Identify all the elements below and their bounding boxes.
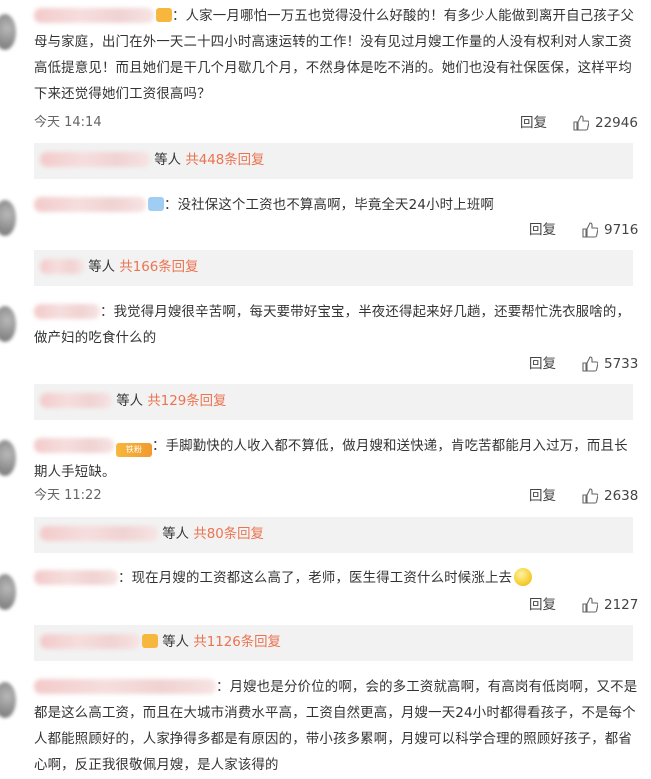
username-blurred[interactable] xyxy=(34,304,100,319)
sub-replies-link[interactable]: 共129条回复 xyxy=(147,394,226,409)
like-count: 2127 xyxy=(604,597,639,613)
username-blurred[interactable] xyxy=(34,197,146,212)
sub-replies-box[interactable]: 等人 共80条回复 xyxy=(34,517,633,553)
comment-time: 今天 11:22 xyxy=(34,488,102,503)
username-blurred[interactable] xyxy=(34,570,118,585)
avatar[interactable] xyxy=(0,574,16,610)
like-count: 2638 xyxy=(604,488,639,504)
sub-replies-link[interactable]: 共448条回复 xyxy=(185,153,264,168)
reply-button[interactable]: 回复 xyxy=(529,596,556,614)
sub-replies-link[interactable]: 共166条回复 xyxy=(119,260,198,275)
comment-text: ：现在月嫂的工资都这么高了，老师，医生得工资什么时候涨上去 xyxy=(34,566,639,592)
sub-replies-box[interactable]: 等人 共1126条回复 xyxy=(34,625,633,661)
sub-replies-text: 等人 共80条回复 xyxy=(40,526,264,544)
avatar[interactable] xyxy=(0,14,16,50)
thumbs-up-icon[interactable] xyxy=(573,115,589,131)
thumbs-up-icon[interactable] xyxy=(582,356,598,372)
sub-username-blurred[interactable] xyxy=(40,259,84,274)
like-count: 22946 xyxy=(595,115,638,131)
smile-emoji-icon xyxy=(514,568,533,586)
comment-text: ：月嫂也是分价位的啊，会的多工资就高啊，有高岗有低岗啊，又不是都是这么高工资，而… xyxy=(34,679,638,773)
sub-replies-box[interactable]: 等人 共166条回复 xyxy=(34,250,633,286)
sub-username-blurred[interactable] xyxy=(40,634,140,649)
thumbs-up-icon[interactable] xyxy=(582,597,598,613)
thumbs-up-icon[interactable] xyxy=(582,488,598,504)
avatar[interactable] xyxy=(0,682,16,718)
reply-button[interactable]: 回复 xyxy=(520,114,547,132)
reply-button[interactable]: 回复 xyxy=(529,355,556,373)
vip-badge-icon xyxy=(156,8,172,22)
sub-username-blurred[interactable] xyxy=(40,393,112,408)
username-blurred[interactable] xyxy=(34,8,154,23)
username-blurred[interactable] xyxy=(34,438,114,453)
vip-badge-icon xyxy=(142,634,158,648)
comment-text: ：我觉得月嫂很辛苦啊，每天要带好宝宝，半夜还得起来好几趟，还要帮忙洗衣服啥的，做… xyxy=(34,304,631,346)
like-count: 5733 xyxy=(604,356,639,372)
sub-username-blurred[interactable] xyxy=(40,152,150,167)
sub-replies-text: 等人 共1126条回复 xyxy=(40,634,281,652)
sub-replies-link[interactable]: 共1126条回复 xyxy=(193,635,281,650)
comment-text: 铁粉 ：手脚勤快的人收入都不算低，做月嫂和送快递，肯吃苦都能月入过万，而且长期人手… xyxy=(34,438,628,480)
sub-replies-text: 等人 共448条回复 xyxy=(40,152,264,170)
sub-replies-box[interactable]: 等人 共129条回复 xyxy=(34,384,633,420)
username-blurred[interactable] xyxy=(34,679,216,694)
comment-text: ：人家一月哪怕一万五也觉得没什么好酸的！有多少人能做到离开自己孩子父母与家庭，出… xyxy=(34,8,635,102)
avatar[interactable] xyxy=(0,440,16,476)
avatar[interactable] xyxy=(0,200,16,236)
sub-replies-text: 等人 共166条回复 xyxy=(40,259,198,277)
thumbs-up-icon[interactable] xyxy=(582,222,598,238)
fan-badge-icon: 铁粉 xyxy=(116,443,152,457)
reply-button[interactable]: 回复 xyxy=(529,487,556,505)
member-badge-icon xyxy=(148,197,164,211)
comment-text: ：没社保这个工资也不算高啊，毕竟全天24小时上班啊 xyxy=(34,193,639,219)
sub-username-blurred[interactable] xyxy=(40,526,158,541)
sub-replies-box[interactable]: 等人 共448条回复 xyxy=(34,143,633,179)
sub-replies-link[interactable]: 共80条回复 xyxy=(193,527,264,542)
like-count: 9716 xyxy=(604,222,639,238)
avatar[interactable] xyxy=(0,306,16,342)
sub-replies-text: 等人 共129条回复 xyxy=(40,393,226,411)
reply-button[interactable]: 回复 xyxy=(529,221,556,239)
comment-time: 今天 14:14 xyxy=(34,115,102,130)
